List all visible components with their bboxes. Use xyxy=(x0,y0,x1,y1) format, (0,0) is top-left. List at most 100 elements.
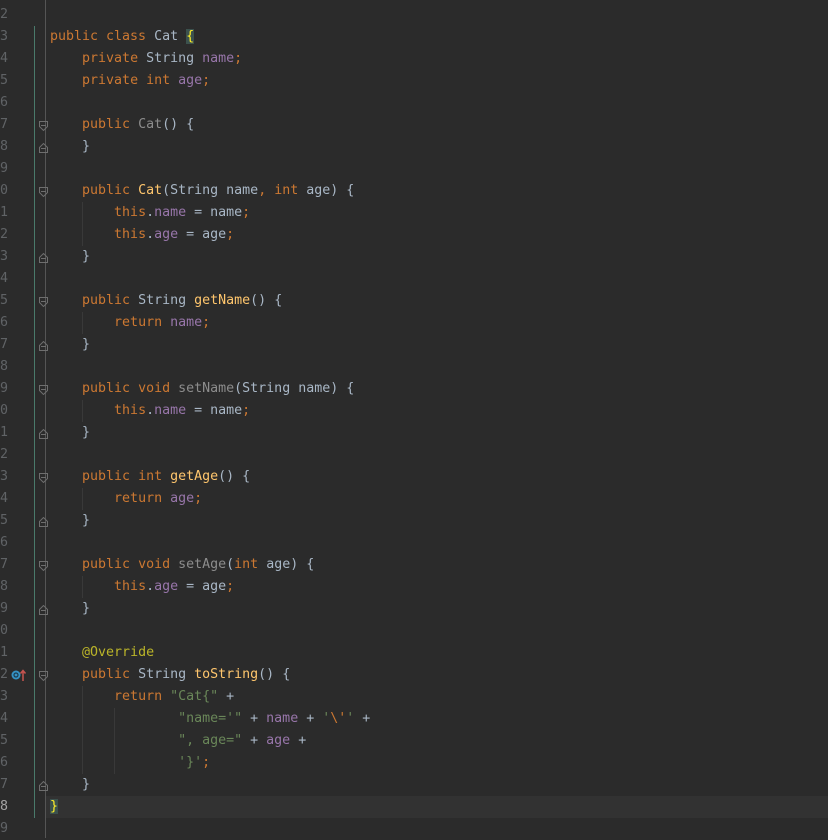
fold-toggle-icon[interactable] xyxy=(39,296,48,308)
code-line[interactable]: public void setAge(int age) { xyxy=(50,554,828,576)
indent-guide xyxy=(82,312,83,334)
code-line[interactable]: @Override xyxy=(50,642,828,664)
code-line[interactable]: private int age; xyxy=(50,70,828,92)
code-line[interactable] xyxy=(50,92,828,114)
code-token: , int xyxy=(258,183,307,198)
code-token: public int xyxy=(82,469,171,484)
code-line[interactable]: } xyxy=(50,136,828,158)
code-line[interactable]: public Cat() { xyxy=(50,114,828,136)
code-line[interactable] xyxy=(50,444,828,466)
code-line[interactable]: } xyxy=(50,598,828,620)
code-token: ( xyxy=(226,557,235,572)
code-token: ; xyxy=(202,73,211,88)
code-token: name xyxy=(154,403,187,418)
code-line[interactable]: } xyxy=(50,796,828,818)
line-number: 36 xyxy=(0,755,8,770)
fold-toggle-icon[interactable] xyxy=(39,516,48,527)
code-token: String xyxy=(138,667,195,682)
line-number: 21 xyxy=(0,425,8,440)
fold-toggle-icon[interactable] xyxy=(39,252,48,263)
code-token: () { xyxy=(162,117,195,132)
code-line[interactable]: this.name = name; xyxy=(50,400,828,422)
code-line[interactable]: } xyxy=(50,334,828,356)
code-line[interactable] xyxy=(50,818,828,840)
code-line[interactable]: '}'; xyxy=(50,752,828,774)
line-number: 33 xyxy=(0,689,8,704)
code-token: getAge xyxy=(170,469,219,484)
code-token: name xyxy=(170,315,203,330)
fold-toggle-icon[interactable] xyxy=(39,340,48,351)
line-number: 14 xyxy=(0,271,8,286)
code-line[interactable]: public void setName(String name) { xyxy=(50,378,828,400)
fold-toggle-icon[interactable] xyxy=(39,120,48,132)
code-token: age xyxy=(170,491,195,506)
line-number: 32 xyxy=(0,667,8,682)
fold-toggle-icon[interactable] xyxy=(39,604,48,615)
code-line[interactable] xyxy=(50,268,828,290)
vcs-change-marker[interactable] xyxy=(34,26,35,818)
code-line[interactable]: public String toString() { xyxy=(50,664,828,686)
code-line[interactable]: ", age=" + age + xyxy=(50,730,828,752)
code-line[interactable]: public String getName() { xyxy=(50,290,828,312)
code-line[interactable] xyxy=(50,356,828,378)
code-token: name xyxy=(202,51,235,66)
code-token: age xyxy=(178,73,203,88)
indent-guide xyxy=(82,488,83,510)
code-token: ; xyxy=(226,227,235,242)
code-token: () { xyxy=(258,667,291,682)
fold-toggle-icon[interactable] xyxy=(39,142,48,153)
line-number: 22 xyxy=(0,447,8,462)
brace-match: } xyxy=(50,799,59,814)
code-line[interactable]: public Cat(String name, int age) { xyxy=(50,180,828,202)
code-token: age) { xyxy=(266,557,315,572)
code-line[interactable]: } xyxy=(50,774,828,796)
code-token: public void xyxy=(82,381,179,396)
line-number: 7 xyxy=(0,117,8,132)
fold-toggle-icon[interactable] xyxy=(39,560,48,572)
line-number: 15 xyxy=(0,293,8,308)
code-line[interactable]: private String name; xyxy=(50,48,828,70)
fold-toggle-icon[interactable] xyxy=(39,186,48,198)
line-number: 2 xyxy=(0,7,8,22)
code-line[interactable]: return "Cat{" + xyxy=(50,686,828,708)
code-token: ; xyxy=(242,403,251,418)
code-line[interactable]: this.name = name; xyxy=(50,202,828,224)
line-number: 34 xyxy=(0,711,8,726)
line-number: 29 xyxy=(0,601,8,616)
line-number: 35 xyxy=(0,733,8,748)
indent-guide xyxy=(82,400,83,422)
code-line[interactable]: this.age = age; xyxy=(50,576,828,598)
code-line[interactable] xyxy=(50,532,828,554)
code-token: + xyxy=(218,689,235,704)
code-line[interactable]: return age; xyxy=(50,488,828,510)
code-line[interactable]: public int getAge() { xyxy=(50,466,828,488)
code-line[interactable]: } xyxy=(50,510,828,532)
code-line[interactable]: "name='" + name + '\'' + xyxy=(50,708,828,730)
overrides-method-icon[interactable] xyxy=(11,668,27,682)
fold-toggle-icon[interactable] xyxy=(39,428,48,439)
code-token: = age xyxy=(178,227,227,242)
code-token: + xyxy=(242,711,267,726)
code-line[interactable]: public class Cat { xyxy=(50,26,828,48)
line-number: 17 xyxy=(0,337,8,352)
code-token: ", age=" xyxy=(178,733,243,748)
line-number: 26 xyxy=(0,535,8,550)
code-line[interactable]: } xyxy=(50,246,828,268)
code-line[interactable]: } xyxy=(50,422,828,444)
code-line[interactable] xyxy=(50,158,828,180)
fold-toggle-icon[interactable] xyxy=(39,472,48,484)
code-token: + xyxy=(242,733,267,748)
fold-toggle-icon[interactable] xyxy=(39,780,48,791)
code-token: (String name xyxy=(162,183,259,198)
fold-toggle-icon[interactable] xyxy=(39,670,48,682)
code-token: () { xyxy=(218,469,251,484)
fold-toggle-icon[interactable] xyxy=(39,384,48,396)
code-line[interactable] xyxy=(50,4,828,26)
code-line[interactable]: return name; xyxy=(50,312,828,334)
code-token: @Override xyxy=(82,645,155,660)
code-line[interactable]: this.age = age; xyxy=(50,224,828,246)
code-line[interactable] xyxy=(50,620,828,642)
code-token: + xyxy=(298,711,323,726)
